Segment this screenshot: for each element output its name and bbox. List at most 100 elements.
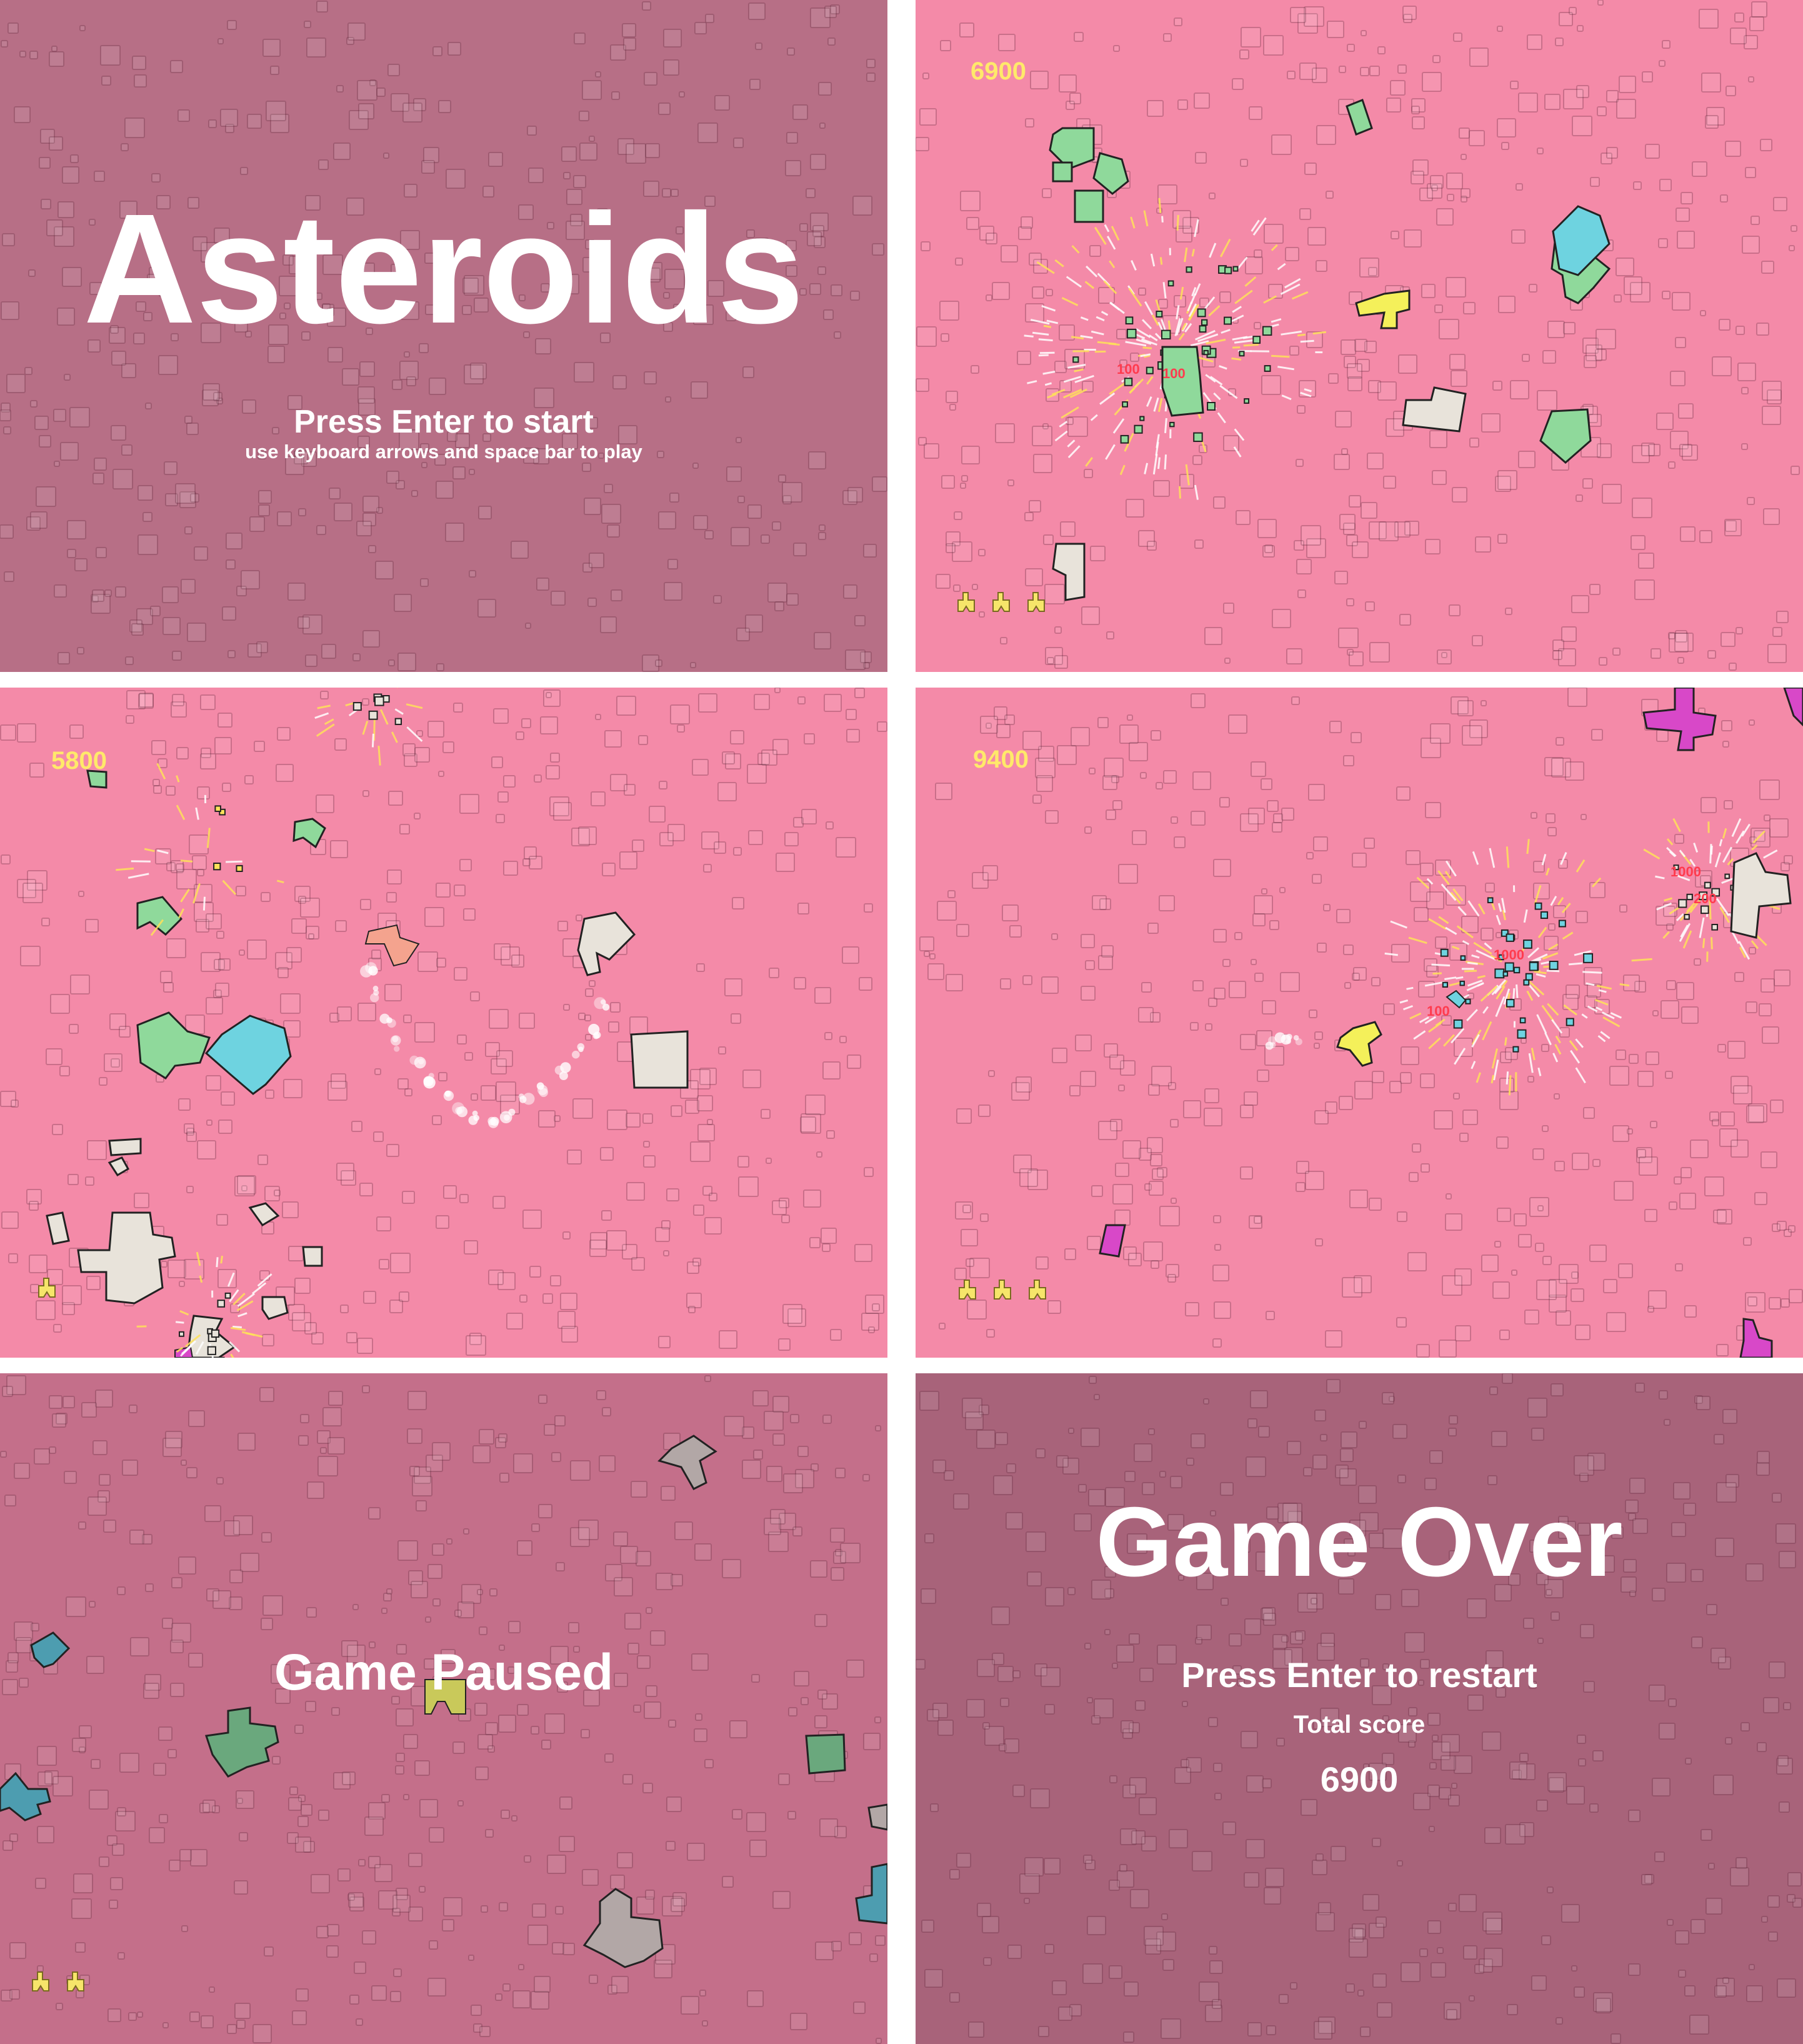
star bbox=[1287, 1441, 1301, 1455]
spark bbox=[1536, 973, 1546, 978]
star bbox=[170, 60, 183, 73]
spark bbox=[179, 1310, 189, 1316]
star bbox=[612, 375, 627, 389]
spark bbox=[226, 860, 242, 863]
star bbox=[1089, 1376, 1097, 1384]
spark bbox=[1454, 1048, 1466, 1065]
spark bbox=[1473, 941, 1492, 955]
star bbox=[54, 584, 67, 598]
debris bbox=[1244, 398, 1250, 404]
star bbox=[125, 656, 134, 665]
star bbox=[655, 659, 662, 667]
star bbox=[115, 586, 126, 598]
debris bbox=[1701, 905, 1709, 914]
spark bbox=[1523, 909, 1528, 923]
smoke-puff bbox=[392, 1036, 399, 1043]
star bbox=[1244, 1618, 1261, 1635]
star bbox=[217, 38, 224, 44]
asteroid bbox=[302, 1246, 323, 1267]
debris bbox=[1120, 434, 1129, 444]
star bbox=[256, 641, 268, 653]
spark bbox=[1445, 926, 1457, 935]
asteroid bbox=[630, 1030, 689, 1089]
gameplay-screen-1: 6900 100 100 bbox=[916, 0, 1803, 672]
debris bbox=[1203, 349, 1209, 356]
star bbox=[1437, 1947, 1444, 1954]
star bbox=[601, 504, 621, 524]
star bbox=[611, 589, 622, 601]
star bbox=[297, 616, 310, 629]
spark bbox=[1051, 389, 1066, 396]
star bbox=[1272, 1634, 1287, 1649]
star bbox=[563, 172, 571, 179]
spark bbox=[1562, 931, 1574, 940]
star bbox=[175, 483, 196, 504]
restart-prompt: Press Enter to restart bbox=[1181, 1655, 1537, 1695]
star bbox=[1263, 1613, 1276, 1626]
spark bbox=[317, 704, 331, 709]
spark bbox=[1234, 428, 1245, 441]
star bbox=[1301, 1799, 1317, 1816]
star bbox=[1382, 1392, 1394, 1405]
star bbox=[731, 527, 750, 546]
star bbox=[774, 601, 784, 611]
star bbox=[1341, 1431, 1357, 1448]
star bbox=[247, 114, 262, 129]
star bbox=[137, 485, 153, 501]
star bbox=[227, 650, 236, 658]
star bbox=[121, 363, 136, 378]
gameplay-screen-3: 9400 1000 200 1000 100 bbox=[916, 688, 1803, 1358]
star bbox=[334, 503, 352, 521]
debris bbox=[1523, 939, 1532, 949]
star bbox=[1628, 1810, 1641, 1822]
star bbox=[1244, 1872, 1259, 1888]
spark bbox=[1042, 371, 1056, 375]
spark bbox=[1506, 846, 1510, 868]
spark bbox=[1030, 319, 1050, 325]
spark bbox=[1581, 1013, 1588, 1019]
star bbox=[375, 561, 394, 579]
star bbox=[1246, 1456, 1266, 1477]
spark bbox=[1699, 917, 1705, 938]
star bbox=[1159, 1471, 1166, 1478]
star bbox=[663, 59, 679, 76]
star bbox=[1429, 1826, 1435, 1832]
spark bbox=[1426, 878, 1434, 885]
star bbox=[67, 520, 86, 539]
ship-lives bbox=[38, 1278, 56, 1298]
spark bbox=[1679, 849, 1686, 858]
spark bbox=[180, 888, 190, 903]
star bbox=[1777, 1978, 1796, 1998]
debris bbox=[1146, 366, 1154, 374]
spark bbox=[222, 879, 237, 895]
ship-life-icon bbox=[67, 1971, 84, 1991]
spark bbox=[1432, 972, 1442, 975]
spark bbox=[1655, 875, 1665, 879]
points-popup: 1000 bbox=[1671, 864, 1701, 879]
star bbox=[181, 579, 196, 594]
star bbox=[438, 100, 451, 113]
star bbox=[1547, 1886, 1554, 1893]
star bbox=[611, 91, 620, 100]
star bbox=[469, 469, 475, 475]
spark bbox=[1662, 931, 1670, 939]
star bbox=[1531, 1975, 1547, 1991]
spark bbox=[1449, 981, 1461, 987]
debris bbox=[1169, 421, 1175, 428]
spark bbox=[1528, 1053, 1534, 1073]
star bbox=[202, 383, 220, 401]
star bbox=[582, 80, 602, 100]
spark bbox=[1054, 259, 1064, 268]
spark bbox=[1666, 847, 1677, 857]
spark bbox=[1312, 331, 1327, 335]
star bbox=[131, 623, 144, 636]
spark bbox=[1476, 1072, 1481, 1083]
star bbox=[359, 361, 375, 377]
star bbox=[733, 138, 744, 148]
star bbox=[383, 153, 389, 159]
spark bbox=[1534, 885, 1542, 905]
debris bbox=[1534, 902, 1542, 910]
spark bbox=[1071, 245, 1080, 254]
star bbox=[714, 95, 730, 111]
star bbox=[1246, 1839, 1265, 1858]
